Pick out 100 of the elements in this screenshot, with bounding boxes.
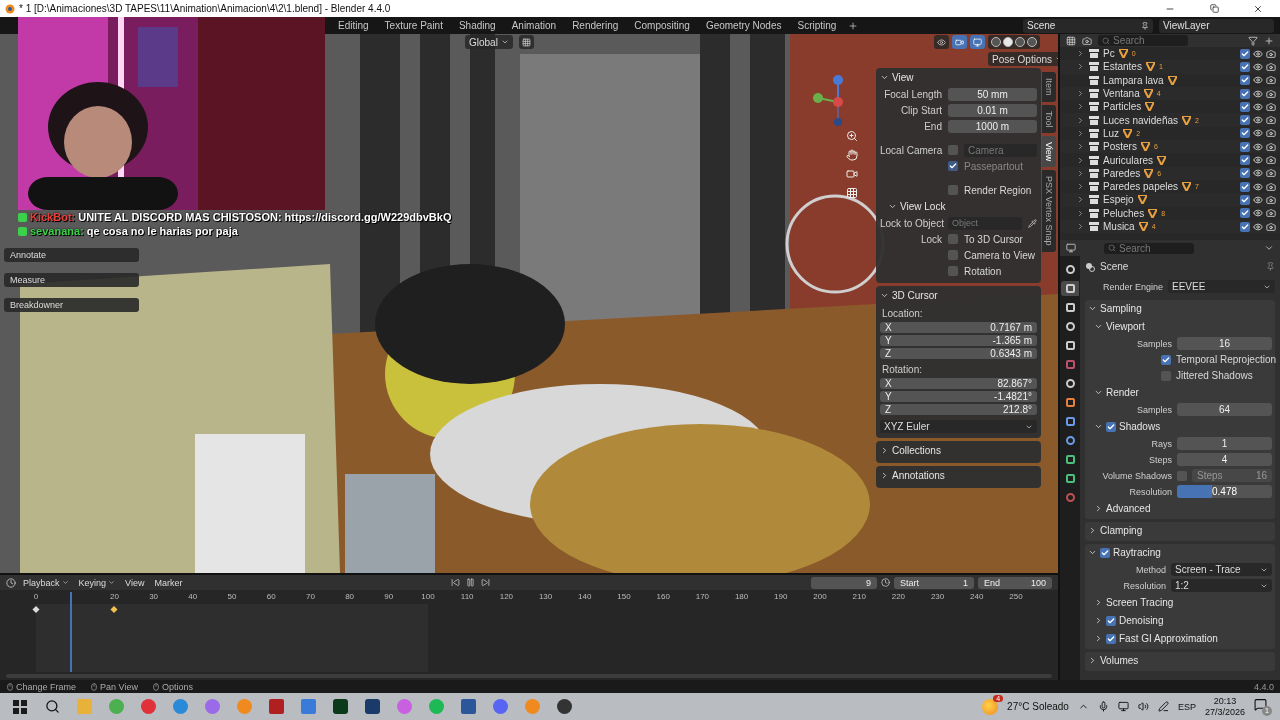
visibility-icon[interactable] [1253,75,1263,86]
filter-icon[interactable] [1248,35,1258,46]
checkbox[interactable] [1240,221,1250,232]
shading-mode-icon[interactable] [1003,37,1013,47]
jump-end-icon[interactable] [481,578,491,587]
number-field[interactable]: Z 212.8° [880,404,1037,415]
dropdown[interactable]: XYZ Euler [880,420,1037,433]
visibility-icon[interactable] [934,35,949,49]
expand-icon[interactable] [1076,182,1085,192]
tool-item[interactable]: Annotate [4,248,139,262]
language-indicator[interactable]: ESP [1177,701,1196,712]
panel-header[interactable]: View [880,70,914,85]
checkbox[interactable] [1240,128,1250,139]
render-icon[interactable] [1266,194,1276,205]
visibility-icon[interactable] [1253,61,1263,72]
checkbox[interactable] [1106,421,1116,432]
pen-icon[interactable] [1157,701,1169,712]
render-icon[interactable] [1266,181,1276,192]
checkbox[interactable] [948,145,958,155]
expand-icon[interactable] [1076,155,1085,165]
visibility-icon[interactable] [1253,168,1263,179]
sidebar-tab[interactable]: Item [1042,72,1056,102]
render-icon[interactable] [1266,141,1276,152]
subpanel-header[interactable]: View Lock [880,199,946,214]
checkbox[interactable] [948,234,958,244]
checkbox[interactable] [948,266,958,276]
visibility-icon[interactable] [1253,141,1263,152]
new-collection-icon[interactable] [1264,35,1274,46]
workspace-tab[interactable]: Scripting [789,18,845,33]
start-frame-field[interactable]: Start 1 [894,576,974,589]
subpanel-header[interactable]: Viewport [1094,319,1145,334]
gizmo-icon[interactable] [952,35,967,49]
expand-icon[interactable] [1076,89,1085,99]
number-field[interactable]: X 0.7167 m [880,322,1037,333]
checkbox[interactable] [948,161,958,171]
checkbox[interactable] [1240,48,1250,59]
expand-icon[interactable] [1076,168,1085,178]
render-icon[interactable] [1266,75,1276,86]
workspace-tab[interactable]: Geometry Nodes [697,18,790,33]
menu-item[interactable]: Keying [75,577,119,588]
camera-view-icon[interactable] [846,168,858,180]
subpanel-header[interactable]: Denoising [1094,613,1164,628]
panel-header[interactable]: Raytracing [1088,545,1161,560]
view-layer-icon[interactable] [1082,35,1092,46]
shading-mode-icon[interactable] [1015,37,1025,47]
visibility-icon[interactable] [1253,155,1263,165]
microphone-icon[interactable] [1097,701,1109,712]
number-field[interactable]: 4 [1177,453,1272,466]
visibility-icon[interactable] [1253,181,1263,192]
jump-start-icon[interactable] [451,578,461,587]
pause-icon[interactable] [466,578,476,587]
grid-icon[interactable] [846,187,858,199]
render-icon[interactable] [1266,128,1276,139]
checkbox[interactable] [1106,633,1116,644]
subpanel-header[interactable]: Shadows [1094,419,1161,434]
workspace-tab[interactable]: Texture Paint [376,18,451,33]
number-field[interactable]: 1000 m [948,119,1037,133]
number-field[interactable]: 1 [1177,437,1272,450]
object-field[interactable]: Object [948,216,1022,230]
checkbox[interactable] [1240,168,1250,179]
dropdown[interactable]: Screen - Trace [1171,563,1272,576]
number-field[interactable]: 16 [1177,337,1272,350]
checkbox[interactable] [1100,547,1110,558]
subpanel-header[interactable]: Advanced [1094,501,1151,516]
workspace-tab[interactable]: Animation [503,18,565,33]
panel-header[interactable]: Sampling [1088,301,1142,316]
pin-icon[interactable] [1266,262,1275,271]
slider[interactable]: 0.478 [1177,485,1272,498]
render-icon[interactable] [1266,101,1276,112]
end-frame-field[interactable]: End 100 [978,576,1052,589]
orientation-dropdown[interactable]: Global [465,35,513,49]
eyedropper-icon[interactable] [1028,218,1037,228]
stopwatch-icon[interactable] [881,578,890,587]
checkbox[interactable] [1240,75,1250,86]
expand-icon[interactable] [1076,115,1085,125]
hand-icon[interactable] [846,149,858,161]
subpanel-header[interactable]: Fast GI Approximation [1094,631,1218,646]
search-field[interactable]: Search [1098,35,1188,46]
number-field[interactable]: Z 0.6343 m [880,348,1037,359]
subpanel-header[interactable]: Render [1094,385,1139,400]
dropdown[interactable]: 1:2 [1171,579,1272,592]
pose-options-dropdown[interactable]: Pose Options [988,52,1058,66]
render-icon[interactable] [1266,115,1276,126]
checkbox[interactable] [1177,470,1187,481]
checkbox[interactable] [1161,354,1171,365]
expand-icon[interactable] [1076,62,1085,72]
render-icon[interactable] [1266,208,1276,219]
workspace-tab[interactable]: Editing [330,18,377,33]
current-frame-field[interactable]: 9 [811,576,877,589]
checkbox[interactable] [1106,615,1116,626]
checkbox[interactable] [1161,370,1171,381]
menu-item[interactable]: View [122,577,148,588]
expand-icon[interactable] [1076,49,1085,59]
shading-mode-icon[interactable] [991,37,1001,47]
checkbox[interactable] [1240,194,1250,205]
checkbox[interactable] [1240,181,1250,192]
render-icon[interactable] [1266,155,1276,165]
tool-item[interactable]: Measure [4,273,139,287]
clock[interactable]: 20:13 27/3/2026 [1204,695,1245,718]
workspace-tab[interactable]: Shading [450,18,504,33]
